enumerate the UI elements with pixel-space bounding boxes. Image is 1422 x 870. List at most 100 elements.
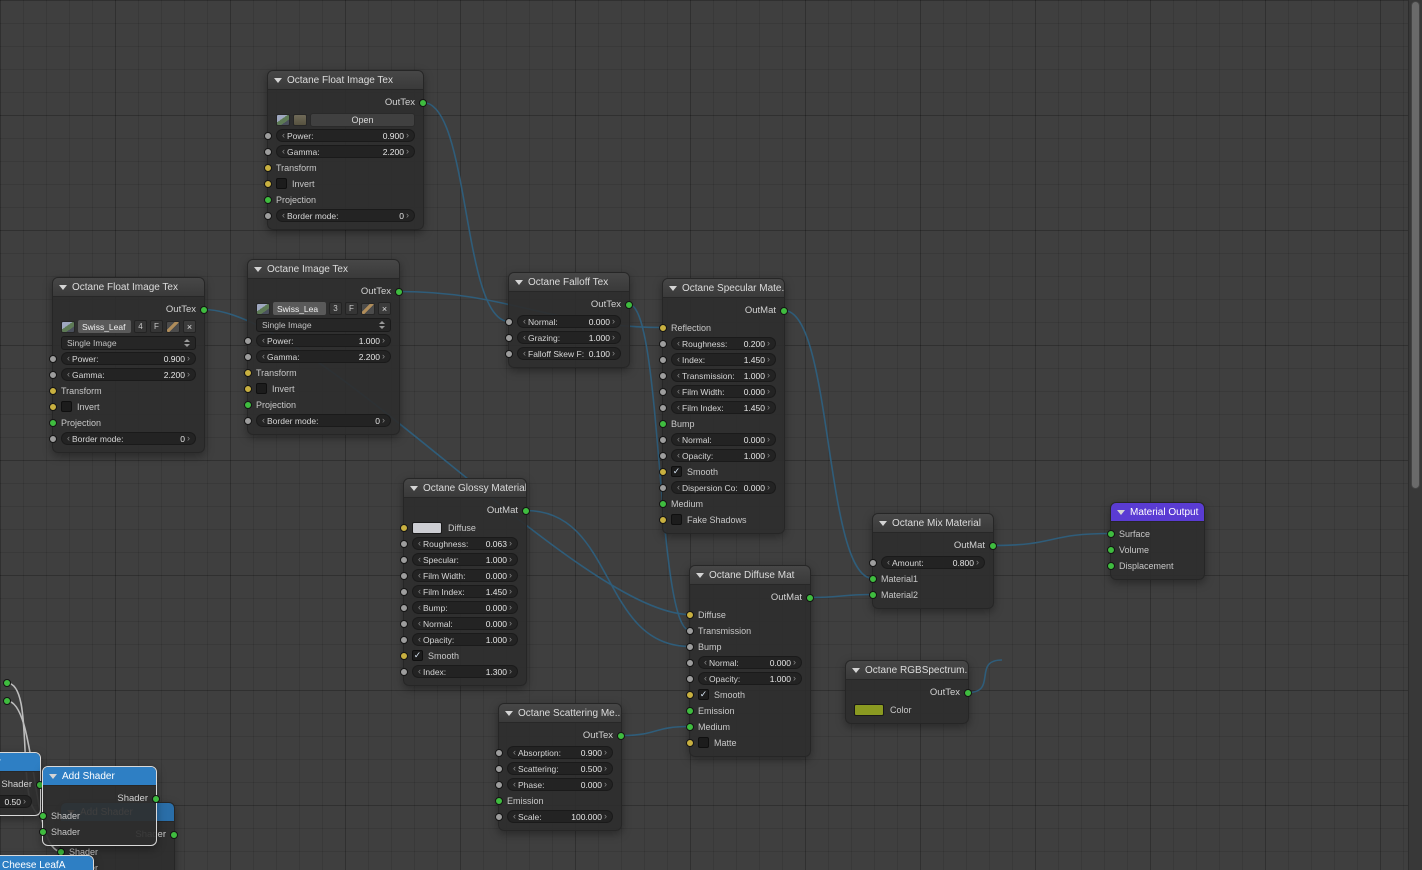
- slider-decrement-icon[interactable]: ‹: [280, 131, 287, 140]
- slider-increment-icon[interactable]: ›: [380, 352, 387, 361]
- slider-decrement-icon[interactable]: ‹: [416, 635, 423, 644]
- slider-decrement-icon[interactable]: ‹: [416, 603, 423, 612]
- slider-increment-icon[interactable]: ›: [610, 349, 617, 358]
- slider-normal-[interactable]: ‹ Normal: 0.000 ›: [517, 315, 621, 328]
- open-button[interactable]: Open: [310, 112, 415, 127]
- socket-input[interactable]: [400, 571, 408, 580]
- collapse-icon[interactable]: [505, 710, 513, 716]
- slider-film-index-[interactable]: ‹ Film Index: 1.450 ›: [412, 585, 518, 598]
- node-header[interactable]: Octane Diffuse Mat: [690, 566, 810, 585]
- close-icon[interactable]: ×: [183, 320, 196, 333]
- checkbox-invert[interactable]: [276, 178, 287, 189]
- slider-decrement-icon[interactable]: ‹: [675, 451, 682, 460]
- slider-increment-icon[interactable]: ›: [185, 354, 192, 363]
- slider-border-mode-[interactable]: ‹ Border mode: 0 ›: [276, 209, 415, 222]
- socket-input[interactable]: [505, 349, 513, 358]
- socket-input[interactable]: [1107, 545, 1115, 554]
- socket-input[interactable]: [49, 354, 57, 363]
- socket-input[interactable]: [400, 587, 408, 596]
- socket-input[interactable]: [400, 555, 408, 564]
- socket-input[interactable]: [659, 499, 667, 508]
- slider-decrement-icon[interactable]: ‹: [511, 812, 518, 821]
- socket-input[interactable]: [659, 483, 667, 492]
- socket-input[interactable]: [400, 667, 408, 676]
- scrollbar-track[interactable]: [1408, 0, 1422, 870]
- image-name-field[interactable]: Swiss_Leaf: [78, 320, 131, 333]
- socket-input[interactable]: [505, 317, 513, 326]
- slider-decrement-icon[interactable]: ‹: [260, 352, 267, 361]
- edge-socket[interactable]: [3, 679, 11, 687]
- socket-output[interactable]: [419, 98, 427, 107]
- socket-input[interactable]: [495, 748, 503, 757]
- slider-increment-icon[interactable]: ›: [404, 211, 411, 220]
- slider-scale-[interactable]: ‹ Scale: 100.000 ›: [507, 810, 613, 823]
- slider-decrement-icon[interactable]: ‹: [416, 539, 423, 548]
- socket-input[interactable]: [400, 603, 408, 612]
- node-falloff-tex[interactable]: Octane Falloff Tex OutTex ‹ Normal: 0.000 › ‹ G…: [505, 272, 633, 368]
- socket-input[interactable]: [659, 339, 667, 348]
- slider-increment-icon[interactable]: ›: [765, 339, 772, 348]
- slider-roughness-[interactable]: ‹ Roughness: 0.200 ›: [671, 337, 776, 350]
- socket-output[interactable]: [395, 287, 403, 296]
- node-header[interactable]: Octane Falloff Tex: [509, 273, 629, 292]
- socket-input[interactable]: [659, 323, 667, 332]
- socket-output[interactable]: [989, 541, 997, 550]
- socket-input[interactable]: [49, 402, 57, 411]
- slider-decrement-icon[interactable]: ‹: [511, 748, 518, 757]
- socket-input[interactable]: [686, 706, 694, 715]
- slider-decrement-icon[interactable]: ‹: [675, 387, 682, 396]
- slider-decrement-icon[interactable]: ‹: [65, 434, 72, 443]
- socket-input[interactable]: [869, 558, 877, 567]
- collapse-icon[interactable]: [254, 266, 262, 272]
- slider-decrement-icon[interactable]: ‹: [416, 667, 423, 676]
- socket-output[interactable]: [617, 731, 625, 740]
- slider-decrement-icon[interactable]: ‹: [416, 555, 423, 564]
- slider-increment-icon[interactable]: ›: [765, 403, 772, 412]
- collapse-icon[interactable]: [515, 279, 523, 285]
- socket-input[interactable]: [495, 812, 503, 821]
- node-header[interactable]: Octane Scattering Me...: [499, 704, 621, 723]
- collapse-icon[interactable]: [696, 572, 704, 578]
- socket-input[interactable]: [686, 626, 694, 635]
- slider-increment-icon[interactable]: ›: [507, 619, 514, 628]
- slider-index-[interactable]: ‹ Index: 1.300 ›: [412, 665, 518, 678]
- slider-decrement-icon[interactable]: ‹: [521, 349, 528, 358]
- slider-increment-icon[interactable]: ›: [507, 603, 514, 612]
- slider-power-[interactable]: ‹ Power: 1.000 ›: [256, 334, 391, 347]
- slider-absorption-[interactable]: ‹ Absorption: 0.900 ›: [507, 746, 613, 759]
- socket-input[interactable]: [264, 131, 272, 140]
- slider-decrement-icon[interactable]: ‹: [675, 339, 682, 348]
- node-header[interactable]: Material Output: [1111, 503, 1204, 522]
- color-swatch[interactable]: [412, 521, 442, 534]
- slider-falloff-skew-f-[interactable]: ‹ Falloff Skew F: 0.100 ›: [517, 347, 621, 360]
- slider-gamma-[interactable]: ‹ Gamma: 2.200 ›: [61, 368, 196, 381]
- socket-input[interactable]: [1107, 529, 1115, 538]
- collapse-icon[interactable]: [669, 285, 677, 291]
- slider-increment-icon[interactable]: ›: [765, 451, 772, 460]
- socket-input[interactable]: [244, 336, 252, 345]
- slider-increment-icon[interactable]: ›: [185, 370, 192, 379]
- socket-input[interactable]: [686, 610, 694, 619]
- slider-decrement-icon[interactable]: ‹: [280, 211, 287, 220]
- socket-input[interactable]: [869, 574, 877, 583]
- slider-opacity-[interactable]: ‹ Opacity: 1.000 ›: [412, 633, 518, 646]
- checkbox-invert[interactable]: [61, 401, 72, 412]
- socket-input[interactable]: [686, 722, 694, 731]
- slider-decrement-icon[interactable]: ‹: [416, 571, 423, 580]
- socket-output[interactable]: [625, 300, 633, 309]
- slider-decrement-icon[interactable]: ‹: [521, 333, 528, 342]
- socket-input[interactable]: [264, 195, 272, 204]
- slider-gamma-[interactable]: ‹ Gamma: 2.200 ›: [256, 350, 391, 363]
- slider-increment-icon[interactable]: ›: [380, 336, 387, 345]
- socket-input[interactable]: [686, 690, 694, 699]
- brush-icon[interactable]: [361, 302, 375, 315]
- socket-output[interactable]: [806, 593, 814, 602]
- socket-input[interactable]: [505, 333, 513, 342]
- slider-decrement-icon[interactable]: ‹: [675, 371, 682, 380]
- socket-input[interactable]: [400, 523, 408, 532]
- slider-normal-[interactable]: ‹ Normal: 0.000 ›: [671, 433, 776, 446]
- slider-bump-[interactable]: ‹ Bump: 0.000 ›: [412, 601, 518, 614]
- slider-decrement-icon[interactable]: ‹: [511, 780, 518, 789]
- socket-input[interactable]: [49, 418, 57, 427]
- checkbox-smooth[interactable]: ✓: [698, 689, 709, 700]
